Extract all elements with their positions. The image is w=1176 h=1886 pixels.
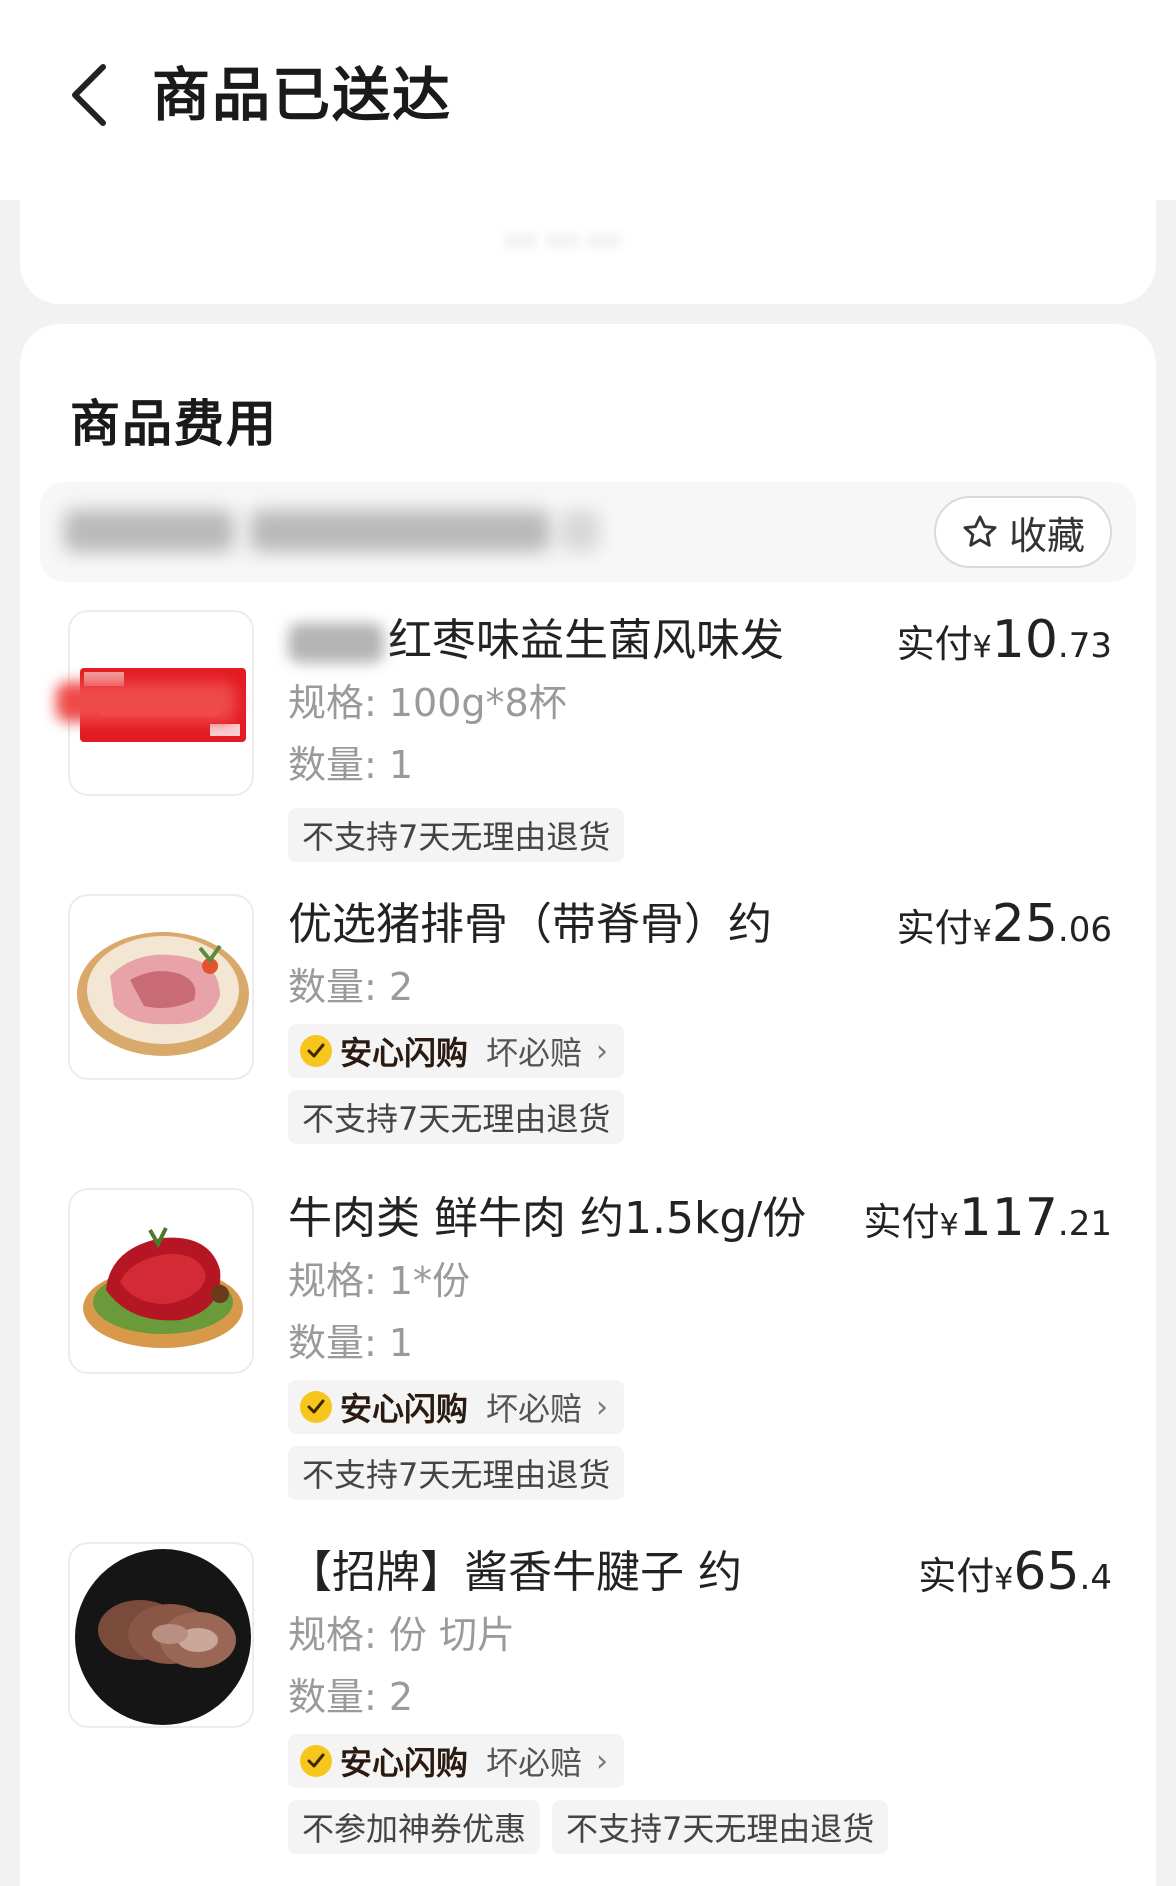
redacted-brand <box>288 623 384 663</box>
return-policy-tag: 不支持7天无理由退货 <box>552 1800 889 1854</box>
redacted-store-name <box>560 510 600 552</box>
return-policy-tag: 不支持7天无理由退货 <box>288 1446 625 1500</box>
product-fees-card: 商品费用 收藏 红枣味益生菌风味发 规格: 100g*8杯 数量: 1 不支持7… <box>20 324 1156 1886</box>
chevron-right-icon: › <box>596 1389 609 1425</box>
currency-symbol: ¥ <box>939 1208 959 1243</box>
product-quantity: 数量: 2 <box>288 965 414 1009</box>
product-quantity: 数量: 2 <box>288 1675 414 1719</box>
product-thumbnail[interactable] <box>68 1542 254 1728</box>
price-label: 实付 <box>896 906 973 950</box>
fresh-beef-image <box>83 1227 243 1348</box>
product-quantity: 数量: 1 <box>288 743 414 787</box>
price-paid: 实付 ¥ 10 .73 <box>897 610 1112 672</box>
check-shield-icon <box>300 1745 332 1777</box>
favorite-label: 收藏 <box>1008 513 1085 558</box>
guarantee-title: 安心闪购 <box>340 1390 469 1428</box>
redacted-store-name <box>250 510 550 552</box>
braised-beef-shank-image <box>75 1549 251 1725</box>
section-title: 商品费用 <box>70 395 278 453</box>
product-spec: 规格: 100g*8杯 <box>288 681 567 725</box>
tag-row: 不支持7天无理由退货 <box>288 1446 848 1500</box>
price-integer: 25 <box>991 894 1058 954</box>
check-shield-icon <box>300 1035 332 1067</box>
chevron-right-icon: › <box>596 1743 609 1779</box>
product-item[interactable]: 红枣味益生菌风味发 规格: 100g*8杯 数量: 1 不支持7天无理由退货 实… <box>20 610 1156 862</box>
redacted-store-name <box>64 510 234 552</box>
product-item[interactable]: 牛肉类 鲜牛肉 约1.5kg/份 规格: 1*份 数量: 1 安心闪购 坏必赔 … <box>20 1188 1156 1508</box>
product-name: 优选猪排骨（带脊骨）约 <box>288 899 772 950</box>
price-integer: 65 <box>1013 1542 1080 1602</box>
product-thumbnail[interactable] <box>68 894 254 1080</box>
coupon-policy-tag: 不参加神券优惠 <box>288 1800 541 1854</box>
guarantee-title: 安心闪购 <box>340 1744 469 1782</box>
price-decimal: .21 <box>1057 1204 1112 1244</box>
product-info: 红枣味益生菌风味发 规格: 100g*8杯 数量: 1 不支持7天无理由退货 <box>288 610 848 862</box>
store-row: 收藏 <box>40 482 1136 582</box>
product-spec: 规格: 1*份 <box>288 1259 471 1303</box>
tag-row: 不参加神券优惠 不支持7天无理由退货 <box>288 1800 889 1854</box>
currency-symbol: ¥ <box>994 1562 1014 1597</box>
price-label: 实付 <box>896 622 973 666</box>
price-paid: 实付 ¥ 25 .06 <box>897 894 1112 956</box>
product-item[interactable]: 【招牌】酱香牛腱子 约 规格: 份 切片 数量: 2 安心闪购 坏必赔 › 不参… <box>20 1542 1156 1862</box>
price-decimal: .4 <box>1079 1558 1112 1598</box>
guarantee-subtitle: 坏必赔 <box>486 1390 583 1428</box>
previous-card: ▬▬▬ <box>20 200 1156 304</box>
guarantee-subtitle: 坏必赔 <box>486 1744 583 1782</box>
favorite-button[interactable]: 收藏 <box>934 496 1112 568</box>
product-thumbnail[interactable] <box>68 1188 254 1374</box>
currency-symbol: ¥ <box>972 630 992 665</box>
tag-row: 不支持7天无理由退货 <box>288 1090 848 1144</box>
product-quantity: 数量: 1 <box>288 1321 414 1365</box>
product-info: 牛肉类 鲜牛肉 约1.5kg/份 规格: 1*份 数量: 1 安心闪购 坏必赔 … <box>288 1188 848 1500</box>
top-bar: 商品已送达 <box>0 0 1176 200</box>
redacted-image-label <box>56 682 236 722</box>
product-info: 【招牌】酱香牛腱子 约 规格: 份 切片 数量: 2 安心闪购 坏必赔 › 不参… <box>288 1542 889 1854</box>
chevron-left-icon <box>72 64 106 126</box>
return-policy-tag: 不支持7天无理由退货 <box>288 808 625 862</box>
price-paid: 实付 ¥ 65 .4 <box>918 1542 1112 1604</box>
price-label: 实付 <box>863 1200 940 1244</box>
return-policy-tag: 不支持7天无理由退货 <box>288 1090 625 1144</box>
page-title: 商品已送达 <box>152 61 453 129</box>
product-name: 红枣味益生菌风味发 <box>288 610 848 672</box>
currency-symbol: ¥ <box>972 914 992 949</box>
check-shield-icon <box>300 1391 332 1423</box>
product-name: 牛肉类 鲜牛肉 约1.5kg/份 <box>288 1193 807 1244</box>
faded-placeholder: ▬▬▬ <box>500 212 625 263</box>
product-item[interactable]: 优选猪排骨（带脊骨）约 数量: 2 安心闪购 坏必赔 › 不支持7天无理由退货 … <box>20 894 1156 1154</box>
price-paid: 实付 ¥ 117 .21 <box>864 1188 1112 1250</box>
price-integer: 10 <box>991 610 1058 670</box>
back-button[interactable] <box>62 58 116 132</box>
guarantee-title: 安心闪购 <box>340 1034 469 1072</box>
guarantee-subtitle: 坏必赔 <box>486 1034 583 1072</box>
tag-row: 不支持7天无理由退货 <box>288 808 848 862</box>
product-name: 【招牌】酱香牛腱子 约 <box>288 1547 742 1598</box>
star-outline-icon <box>963 515 997 547</box>
product-info: 优选猪排骨（带脊骨）约 数量: 2 安心闪购 坏必赔 › 不支持7天无理由退货 <box>288 894 848 1144</box>
guarantee-badge[interactable]: 安心闪购 坏必赔 › <box>288 1024 625 1078</box>
guarantee-badge[interactable]: 安心闪购 坏必赔 › <box>288 1734 625 1788</box>
price-decimal: .73 <box>1057 626 1112 666</box>
product-spec: 规格: 份 切片 <box>288 1613 515 1657</box>
guarantee-badge[interactable]: 安心闪购 坏必赔 › <box>288 1380 625 1434</box>
price-integer: 117 <box>958 1188 1058 1248</box>
pork-ribs-image <box>77 932 249 1056</box>
price-decimal: .06 <box>1057 910 1112 950</box>
chevron-right-icon: › <box>596 1033 609 1069</box>
price-label: 实付 <box>918 1554 995 1598</box>
